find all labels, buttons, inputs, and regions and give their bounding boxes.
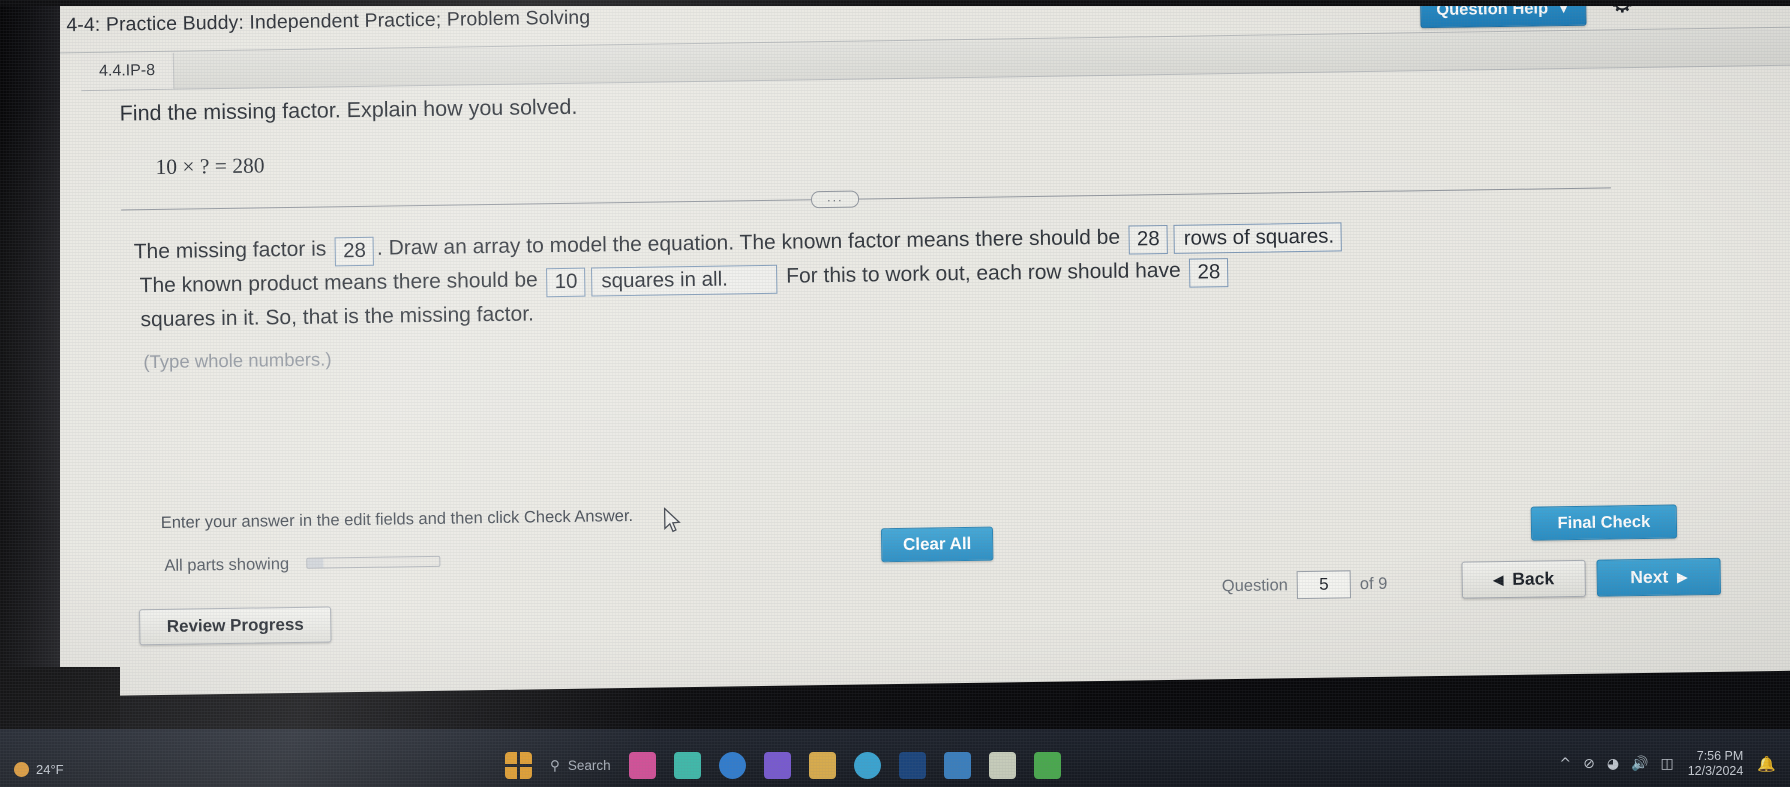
- weather-icon: [14, 762, 29, 777]
- weather-temperature: 24°F: [36, 762, 64, 777]
- mouse-cursor-icon: [663, 507, 681, 533]
- left-arrow-icon: ◀: [1493, 571, 1504, 587]
- type-whole-numbers-hint: (Type whole numbers.): [143, 348, 332, 373]
- tab-exercise-id[interactable]: 4.4.IP-8: [80, 52, 175, 91]
- question-total-label: of 9: [1359, 574, 1388, 593]
- clock-date: 12/3/2024: [1687, 764, 1744, 779]
- question-number-input[interactable]: 5: [1296, 570, 1352, 600]
- right-arrow-icon: ▶: [1677, 568, 1688, 584]
- answer-text-4: For this to work out, each row should: [780, 259, 1136, 288]
- back-button-label: Back: [1512, 568, 1555, 589]
- app-blue-icon[interactable]: [718, 752, 746, 779]
- next-button-label: Next: [1630, 566, 1669, 588]
- answer-dropdown-squares-in-all[interactable]: squares in all.: [591, 264, 778, 297]
- app-green-icon[interactable]: [1033, 752, 1061, 779]
- parts-progress-fill: [307, 558, 324, 568]
- all-parts-showing-label: All parts showing: [164, 555, 290, 575]
- answer-field-rows-count[interactable]: 28: [1128, 224, 1168, 255]
- answer-text-6: squares in it. So, that is the missing f…: [134, 302, 535, 332]
- question-navigator: Question 5 of 9: [1222, 570, 1388, 600]
- windows-taskbar: 24°F ⚲ Search ^ ⊘ ◕ 🔊 ◫ 7:56 PM 12/3/202…: [0, 729, 1790, 787]
- chevron-up-icon[interactable]: ^: [1559, 756, 1571, 772]
- answer-text-2: . Draw an array to model the equation. T…: [376, 225, 1127, 260]
- app-folder-icon[interactable]: [808, 752, 836, 779]
- question-equation: 10 × ? = 280: [155, 153, 265, 179]
- app-pink-icon[interactable]: [628, 752, 656, 779]
- photographed-laptop-screen: ‹ 4-4: Practice Buddy: Independent Pract…: [0, 0, 1790, 787]
- answer-paragraph: The missing factor is 28. Draw an array …: [133, 214, 1574, 338]
- taskbar-app-row: ⚲ Search: [505, 752, 1061, 779]
- next-button[interactable]: Next ▶: [1596, 557, 1721, 597]
- answer-text-5: have: [1134, 258, 1187, 283]
- app-darkblue-icon[interactable]: [898, 752, 926, 779]
- app-purple-icon[interactable]: [763, 752, 791, 779]
- tray-icons[interactable]: ^ ⊘ ◕ 🔊 ◫: [1559, 756, 1673, 772]
- app-cyan-icon[interactable]: [853, 752, 881, 779]
- answer-field-missing-factor[interactable]: 28: [334, 236, 375, 267]
- battery-icon[interactable]: ◫: [1660, 756, 1673, 772]
- taskbar-search[interactable]: ⚲ Search: [550, 758, 611, 774]
- page-title: 4-4: Practice Buddy: Independent Practic…: [66, 6, 591, 37]
- question-stem: Find the missing factor. Explain how you…: [119, 94, 578, 126]
- collapse-handle[interactable]: ···: [810, 190, 860, 209]
- answer-field-squares-total[interactable]: 10: [546, 267, 586, 298]
- final-check-button[interactable]: Final Check: [1530, 504, 1678, 541]
- clock-time: 7:56 PM: [1696, 748, 1744, 763]
- section-divider: [121, 187, 1611, 211]
- instruction-hint: Enter your answer in the edit fields and…: [160, 506, 634, 532]
- laptop-bezel-top: [0, 0, 1790, 6]
- search-icon: ⚲: [550, 757, 560, 774]
- app-lblue-icon[interactable]: [943, 752, 971, 779]
- taskbar-clock[interactable]: 7:56 PM 12/3/2024: [1688, 749, 1744, 780]
- app-cream-icon[interactable]: [988, 752, 1016, 779]
- review-progress-button[interactable]: Review Progress: [139, 606, 332, 646]
- answer-field-squares-per-row[interactable]: 28: [1189, 258, 1229, 289]
- answer-dropdown-rows-of-squares[interactable]: rows of squares.: [1173, 222, 1343, 255]
- answer-text-3: The known product means there should be: [134, 268, 544, 298]
- windows-start-icon[interactable]: [505, 752, 532, 779]
- back-button[interactable]: ◀ Back: [1461, 559, 1587, 599]
- taskbar-weather-widget[interactable]: 24°F: [14, 762, 64, 777]
- app-teal-icon[interactable]: [673, 752, 701, 779]
- notification-bell-icon[interactable]: 🔔: [1757, 755, 1776, 773]
- search-placeholder: Search: [567, 758, 611, 773]
- taskbar-system-tray: ^ ⊘ ◕ 🔊 ◫ 7:56 PM 12/3/2024 🔔: [1559, 749, 1776, 780]
- wifi-icon[interactable]: ◕: [1607, 756, 1619, 772]
- volume-icon[interactable]: 🔊: [1631, 756, 1648, 772]
- clear-all-button[interactable]: Clear All: [880, 526, 994, 563]
- answer-text-1: The missing factor is: [133, 237, 333, 264]
- question-label: Question: [1221, 575, 1288, 595]
- parts-progress-bar: [306, 555, 441, 569]
- application-screen: ‹ 4-4: Practice Buddy: Independent Pract…: [0, 0, 1790, 698]
- no-entry-icon[interactable]: ⊘: [1583, 756, 1595, 772]
